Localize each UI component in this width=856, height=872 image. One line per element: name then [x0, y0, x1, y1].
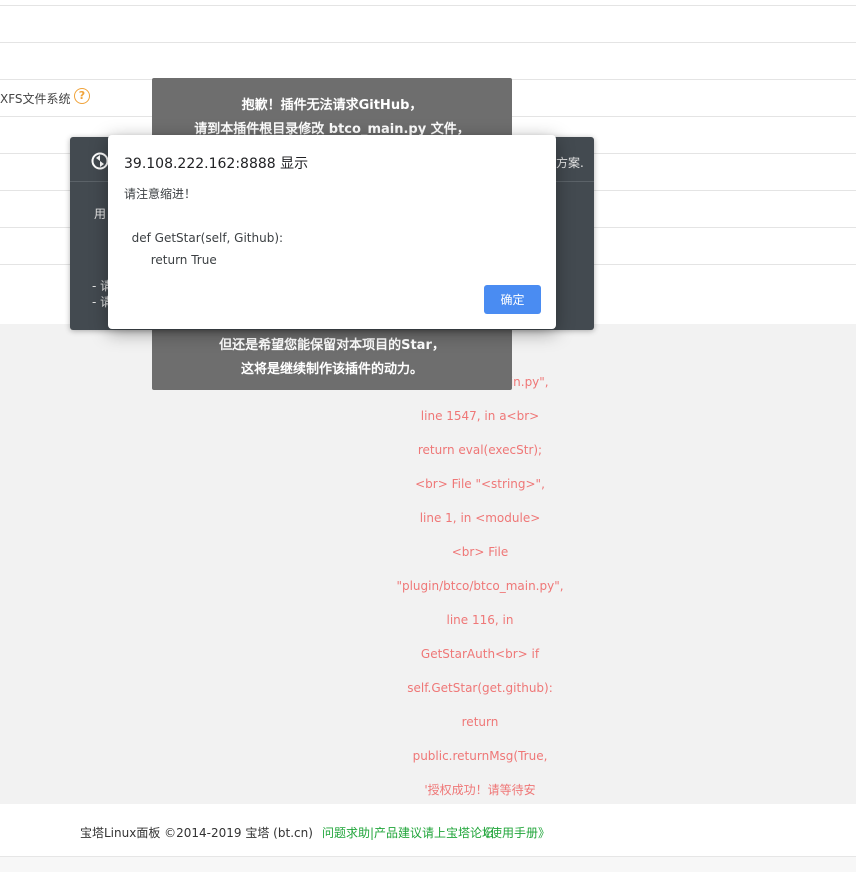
bottom-bar: [0, 856, 856, 872]
alert-ok-button[interactable]: 确定: [484, 285, 541, 314]
row-divider: [0, 5, 856, 6]
footer-copyright: 宝塔Linux面板 ©2014-2019 宝塔 (bt.cn): [80, 826, 313, 840]
layer-body-text: 用: [94, 207, 107, 221]
refresh-icon: [91, 152, 109, 170]
alert-message: 请注意缩进！ def GetStar(self, Github): return…: [124, 187, 284, 267]
error-trace-line: GetStarAuth<br> if: [420, 647, 540, 661]
error-trace-line: <br> File: [451, 545, 509, 559]
error-trace-line: <br> File "<string>",: [415, 477, 545, 491]
row-divider: [0, 42, 856, 43]
error-trace-line: public.returnMsg(True,: [412, 749, 548, 763]
toast-line-1: 抱歉！插件无法请求GitHub，: [241, 98, 423, 113]
toast-line-3: 但还是希望您能保留对本项目的Star，: [219, 338, 445, 353]
error-trace-line: line 1547, in a<br>: [420, 409, 540, 423]
error-trace-line: return eval(execStr);: [417, 443, 543, 457]
page-footer: 宝塔Linux面板 ©2014-2019 宝塔 (bt.cn) 问题求助|产品建…: [0, 804, 856, 856]
browser-alert-dialog: 39.108.222.162:8888 显示 请注意缩进！ def GetSta…: [108, 135, 556, 329]
layer-header-text: 方案.: [556, 156, 584, 170]
error-trace: File"class/panelPlugin.py",line 1547, in…: [390, 340, 570, 850]
error-trace-line: line 1, in <module>: [419, 511, 541, 525]
xfs-filesystem-label: XFS文件系统: [0, 92, 71, 106]
help-question-icon[interactable]: ?: [74, 88, 90, 104]
error-trace-line: self.GetStar(get.github):: [407, 681, 553, 695]
toast-line-4: 这将是继续制作该插件的动力。: [240, 362, 423, 377]
alert-title: 39.108.222.162:8888 显示: [124, 156, 309, 172]
user-manual-link[interactable]: 《使用手册》: [478, 824, 550, 841]
error-trace-line: return: [461, 715, 499, 729]
error-trace-line: line 116, in: [446, 613, 514, 627]
error-trace-line: "plugin/btco/btco_main.py",: [396, 579, 564, 593]
forum-help-link[interactable]: 问题求助|产品建议请上宝塔论坛: [322, 824, 494, 841]
